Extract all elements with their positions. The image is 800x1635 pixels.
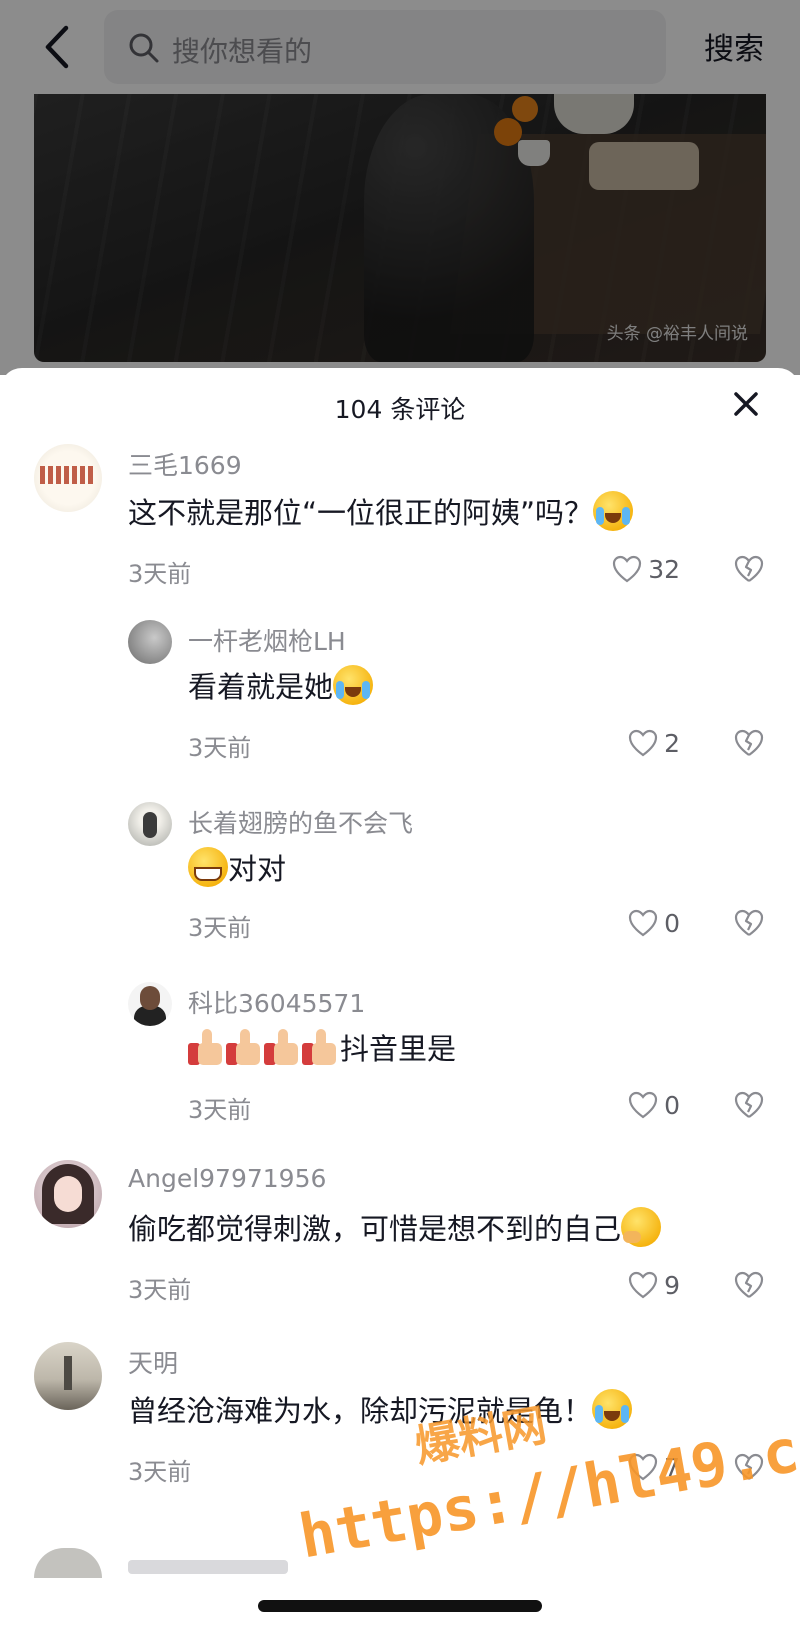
- like-count: 32: [648, 554, 680, 584]
- heart-icon: [628, 909, 658, 937]
- dislike-button[interactable]: [734, 1270, 764, 1300]
- thumbs-up-emoji: [302, 1029, 338, 1067]
- comment-text: 曾经沧海难为水，除却污泥就是龟！: [128, 1388, 633, 1430]
- reply-text-body: 对对: [228, 852, 287, 886]
- thumbs-up-emoji: [188, 1029, 224, 1067]
- avatar[interactable]: [34, 444, 102, 512]
- dislike-button[interactable]: [734, 554, 764, 584]
- heart-icon: [628, 1091, 658, 1119]
- dislike-button[interactable]: [734, 1090, 764, 1120]
- heart-icon: [628, 1453, 658, 1481]
- reply-text: 看着就是她: [188, 664, 374, 706]
- close-icon: [734, 392, 758, 416]
- thumbs-up-emoji: [226, 1029, 262, 1067]
- reply-text: 抖音里是: [188, 1026, 456, 1068]
- comment-text-body: 曾经沧海难为水，除却污泥就是龟！: [128, 1394, 593, 1428]
- reply-item: 一杆老烟枪LH 看着就是她 3天前 2: [0, 618, 800, 788]
- like-button[interactable]: 7: [628, 1450, 680, 1484]
- avatar[interactable]: [34, 1342, 102, 1410]
- reply-text-body: 看着就是她: [188, 670, 334, 704]
- avatar[interactable]: [128, 620, 172, 664]
- heart-icon: [628, 1271, 658, 1299]
- broken-heart-icon: [734, 1091, 764, 1118]
- crying-laughing-emoji: [593, 491, 634, 531]
- close-button[interactable]: [730, 388, 762, 420]
- avatar[interactable]: [34, 1160, 102, 1228]
- home-indicator[interactable]: [258, 1600, 542, 1612]
- avatar[interactable]: [128, 982, 172, 1026]
- comment-sheet: 104 条评论 三毛1669 这不就是那位“一位很正的阿姨”吗？ 3天前 32 …: [0, 368, 800, 1635]
- comment-item: 天明 曾经沧海难为水，除却污泥就是龟！ 3天前 7: [0, 1342, 800, 1512]
- comment-username-placeholder: [128, 1560, 288, 1574]
- dislike-button[interactable]: [734, 908, 764, 938]
- comment-text-body: 这不就是那位“一位很正的阿姨”吗？: [128, 496, 594, 530]
- reply-time: 3天前: [188, 914, 252, 942]
- dislike-button[interactable]: [734, 1452, 764, 1482]
- comment-username[interactable]: 天明: [128, 1344, 178, 1380]
- crying-laughing-emoji: [592, 1389, 633, 1429]
- reply-username[interactable]: 一杆老烟枪LH: [188, 622, 346, 658]
- crying-laughing-emoji: [333, 665, 374, 705]
- like-count: 0: [664, 908, 680, 938]
- like-count: 9: [664, 1270, 680, 1300]
- like-button[interactable]: 32: [612, 552, 680, 586]
- reply-username[interactable]: 长着翅膀的鱼不会飞: [188, 804, 413, 840]
- comment-item: Angel97971956 偷吃都觉得刺激，可惜是想不到的自己 3天前 9: [0, 1160, 800, 1330]
- avatar[interactable]: [128, 802, 172, 846]
- comment-time: 3天前: [128, 560, 192, 588]
- like-count: 0: [664, 1090, 680, 1120]
- thumbs-up-emoji: [264, 1029, 300, 1067]
- reply-item: 长着翅膀的鱼不会飞 对对 3天前 0: [0, 800, 800, 970]
- like-count: 2: [664, 728, 680, 758]
- reply-text-body: 抖音里是: [340, 1032, 457, 1066]
- like-button[interactable]: 2: [628, 726, 680, 760]
- like-button[interactable]: 0: [628, 906, 680, 940]
- heart-icon: [613, 555, 642, 583]
- comment-username[interactable]: Angel97971956: [128, 1164, 326, 1193]
- dislike-button[interactable]: [734, 728, 764, 758]
- broken-heart-icon: [734, 1453, 764, 1480]
- dim-overlay[interactable]: [0, 0, 800, 375]
- reply-time: 3天前: [188, 1096, 252, 1124]
- like-count: 7: [664, 1452, 680, 1482]
- comment-item: 三毛1669 这不就是那位“一位很正的阿姨”吗？ 3天前 32: [0, 444, 800, 614]
- comment-text-body: 偷吃都觉得刺激，可惜是想不到的自己: [128, 1212, 622, 1246]
- comment-text: 偷吃都觉得刺激，可惜是想不到的自己: [128, 1206, 662, 1248]
- comment-count-title: 104 条评论: [334, 395, 466, 424]
- thinking-emoji: [621, 1207, 662, 1247]
- like-button[interactable]: 0: [628, 1088, 680, 1122]
- broken-heart-icon: [734, 555, 764, 582]
- reply-time: 3天前: [188, 734, 252, 762]
- reply-item: 科比36045571 抖音里是 3天前 0: [0, 980, 800, 1150]
- avatar[interactable]: [34, 1548, 102, 1578]
- reply-text: 对对: [188, 846, 286, 888]
- grinning-emoji: [188, 847, 228, 887]
- heart-icon: [628, 729, 658, 757]
- broken-heart-icon: [734, 909, 764, 936]
- broken-heart-icon: [734, 1271, 764, 1298]
- broken-heart-icon: [734, 729, 764, 756]
- comment-time: 3天前: [128, 1458, 192, 1486]
- comment-username[interactable]: 三毛1669: [128, 446, 242, 482]
- comment-time: 3天前: [128, 1276, 192, 1304]
- reply-username[interactable]: 科比36045571: [188, 984, 365, 1020]
- like-button[interactable]: 9: [628, 1268, 680, 1302]
- comment-text: 这不就是那位“一位很正的阿姨”吗？: [128, 490, 634, 532]
